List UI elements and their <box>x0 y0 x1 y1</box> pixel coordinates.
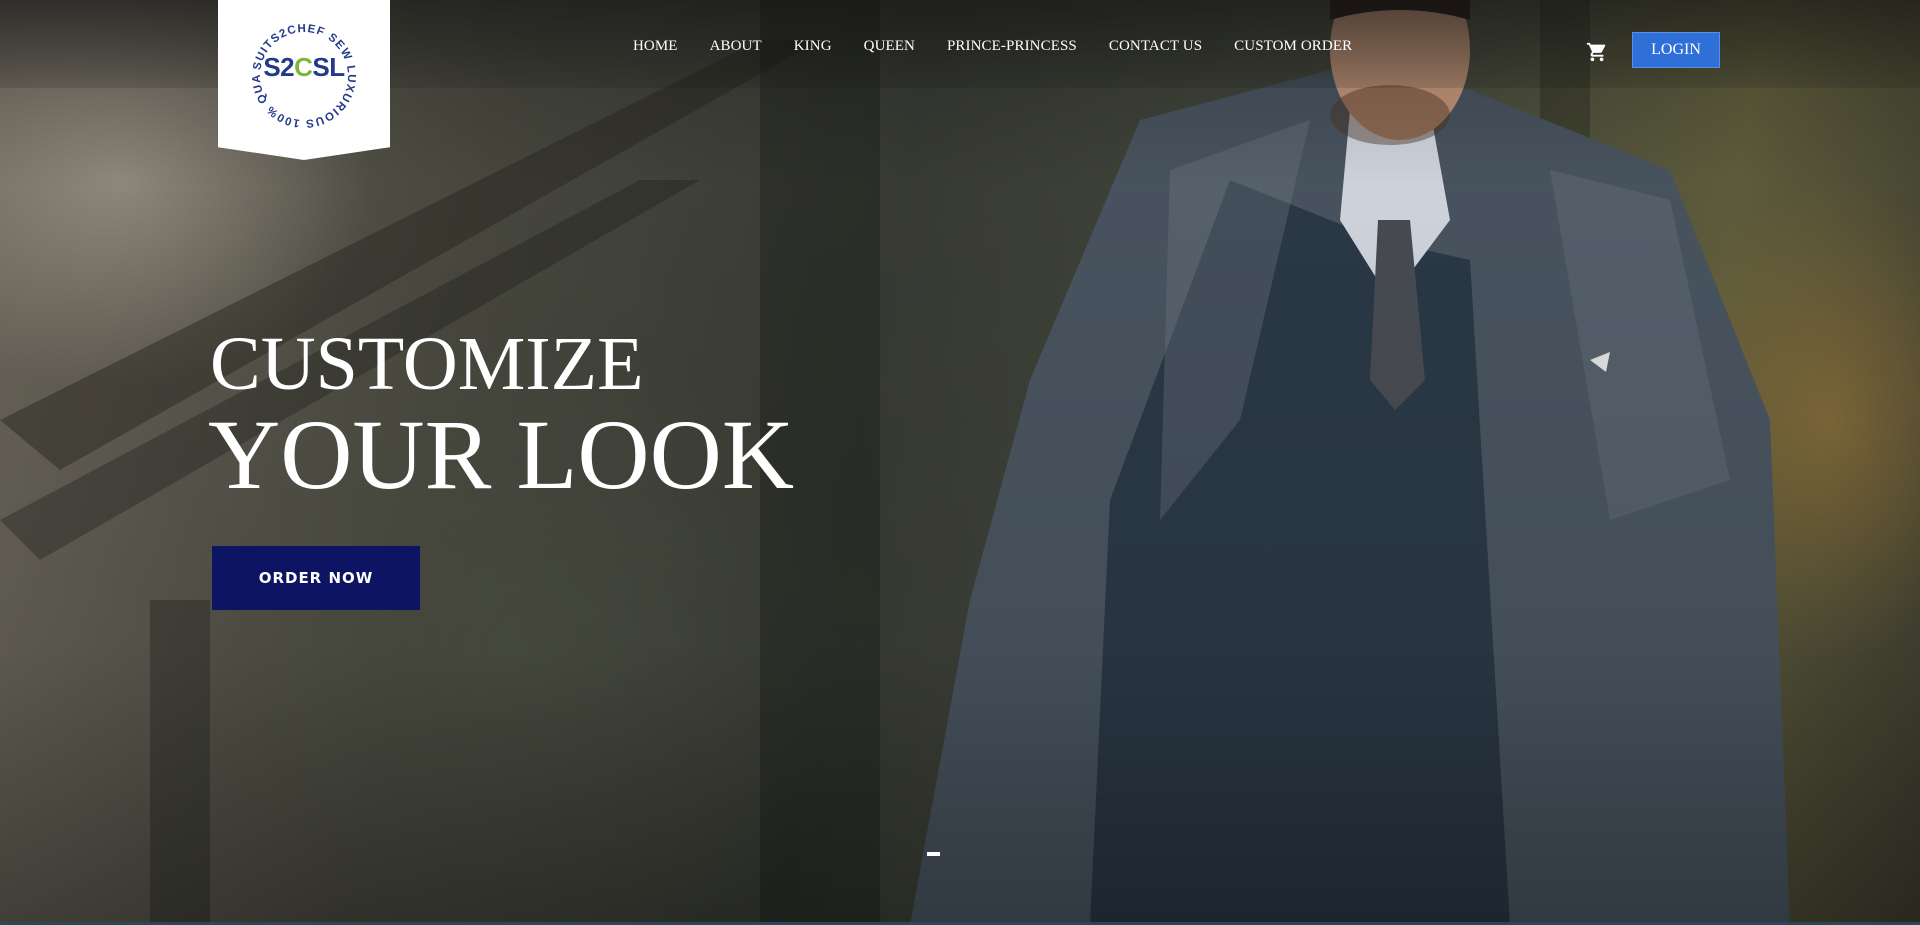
hero-headline-line1: CUSTOMIZE <box>210 322 644 406</box>
order-now-button[interactable]: ORDER NOW <box>212 546 420 610</box>
nav-item-home[interactable]: HOME <box>633 38 678 55</box>
login-button[interactable]: LOGIN <box>1632 32 1720 68</box>
nav-item-custom-order[interactable]: CUSTOM ORDER <box>1234 38 1352 55</box>
nav-item-queen[interactable]: QUEEN <box>864 38 915 55</box>
logo-wordmark: S2CSL <box>263 52 345 82</box>
slider-indicator[interactable] <box>927 852 940 856</box>
nav-item-about[interactable]: ABOUT <box>710 38 762 55</box>
nav-item-contact-us[interactable]: CONTACT US <box>1109 38 1202 55</box>
site-logo[interactable]: SUITS2CHEF SEW LUXURIOUS 100% QUALITY S2… <box>218 0 390 160</box>
nav-item-king[interactable]: KING <box>794 38 832 55</box>
nav-item-prince-princess[interactable]: PRINCE-PRINCESS <box>947 38 1077 55</box>
main-navigation: HOME ABOUT KING QUEEN PRINCE-PRINCESS CO… <box>633 38 1384 55</box>
shopping-cart-icon[interactable] <box>1586 41 1608 63</box>
hero-headline-line2: YOUR LOOK <box>208 399 795 510</box>
